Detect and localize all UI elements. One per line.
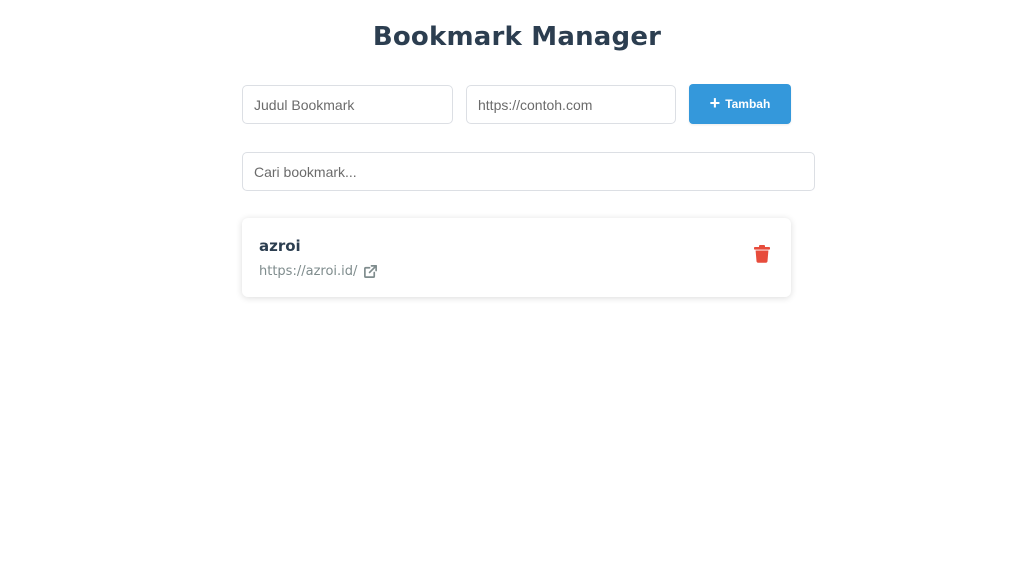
- add-bookmark-button[interactable]: + Tambah: [689, 84, 791, 124]
- bookmark-manager-page: Bookmark Manager + Tambah azroi https://…: [0, 0, 1024, 568]
- bookmark-link[interactable]: https://azroi.id/: [259, 264, 378, 279]
- bookmark-title: azroi: [259, 237, 301, 255]
- trash-icon: [753, 245, 770, 267]
- search-input[interactable]: [242, 152, 815, 191]
- external-link-icon: [363, 264, 378, 279]
- page-title: Bookmark Manager: [372, 22, 662, 52]
- delete-bookmark-button[interactable]: [752, 245, 771, 267]
- plus-icon: +: [709, 93, 721, 113]
- bookmark-title-input[interactable]: [242, 85, 453, 124]
- add-button-label: Tambah: [725, 97, 771, 111]
- bookmark-url-input[interactable]: [466, 85, 676, 124]
- bookmark-url: https://azroi.id/: [259, 264, 358, 279]
- bookmark-card: azroi https://azroi.id/: [242, 218, 791, 297]
